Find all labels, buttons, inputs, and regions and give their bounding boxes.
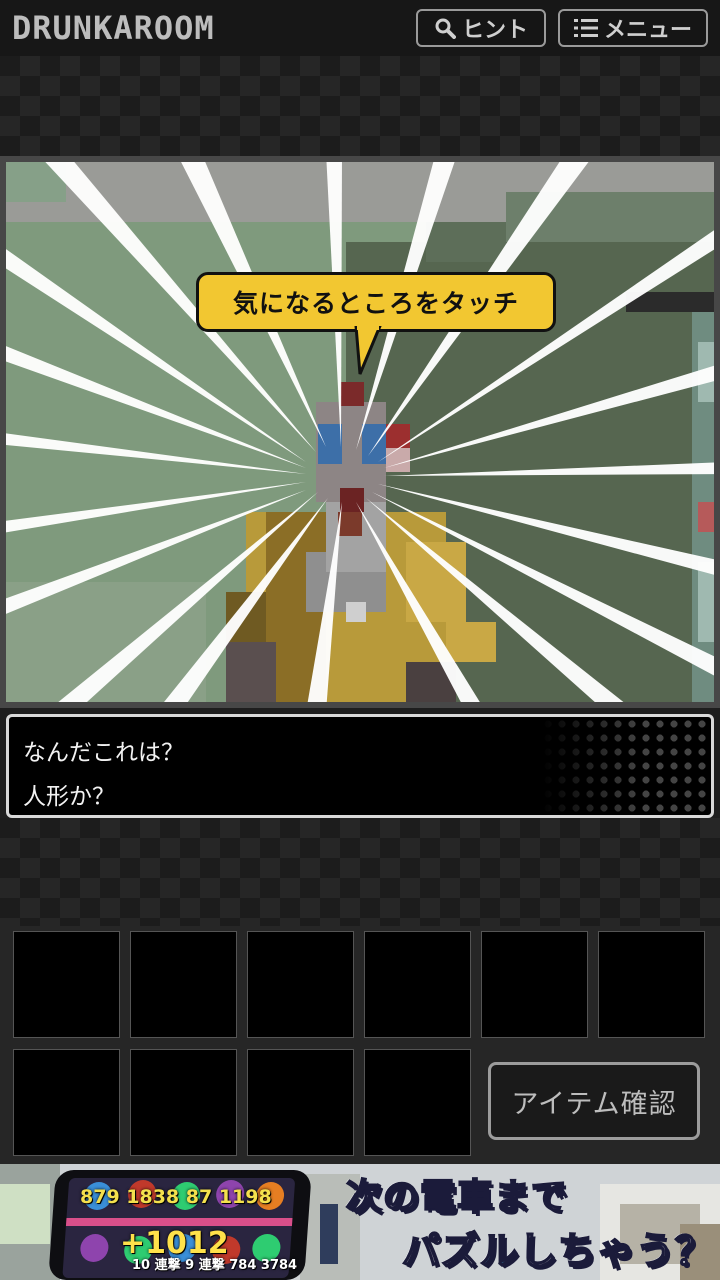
search-icon <box>435 18 456 39</box>
message-dialog[interactable]: なんだこれは？ 人形か？ <box>6 714 714 818</box>
menu-button[interactable]: メニュー <box>558 9 708 47</box>
inventory-slot[interactable] <box>130 931 237 1038</box>
speech-bubble-tail <box>354 326 382 375</box>
scene-view[interactable]: 気になるところをタッチ <box>0 156 720 708</box>
hint-button-label: ヒント <box>461 18 528 43</box>
ad-headline-2a: パズ <box>401 1228 481 1274</box>
inventory-slot[interactable] <box>13 931 120 1038</box>
inventory-slot[interactable] <box>364 931 471 1038</box>
header-bar: DRUNKAROOM ヒント メニュー <box>0 0 720 56</box>
inventory-slot[interactable] <box>247 931 354 1038</box>
dialog-dot-pattern <box>541 717 711 815</box>
dialog-line-1: なんだこれは？ <box>23 740 184 766</box>
hint-speech-bubble: 気になるところをタッチ <box>196 272 556 332</box>
item-check-button[interactable]: アイテム確認 <box>488 1062 700 1140</box>
ad-headline-2: パズルしちゃう？ <box>401 1220 715 1275</box>
pixelated-scene <box>6 162 714 702</box>
app-logo: DRUNKAROOM <box>12 9 215 47</box>
dialog-line-2: 人形か？ <box>23 784 115 810</box>
list-icon <box>573 19 598 37</box>
menu-button-label: メニュー <box>603 18 692 43</box>
inventory-slot[interactable] <box>481 931 588 1038</box>
ad-banner[interactable]: 879 1838 87 1198 次の電車まで パズルしちゃう？ <box>0 1164 720 1280</box>
ad-combo-numbers: 879 1838 87 1198 <box>80 1186 272 1208</box>
background-pattern-top <box>0 56 720 156</box>
inventory-slot[interactable] <box>247 1049 354 1156</box>
scene-image[interactable]: 気になるところをタッチ <box>6 162 714 702</box>
inventory-slot[interactable] <box>130 1049 237 1156</box>
background-pattern-middle <box>0 818 720 926</box>
ad-headline-2c: しちゃう？ <box>518 1228 715 1274</box>
inventory-slot[interactable] <box>598 931 705 1038</box>
inventory-slot[interactable] <box>13 1049 120 1156</box>
inventory-slot[interactable] <box>364 1049 471 1156</box>
hint-button[interactable]: ヒント <box>416 9 546 47</box>
ad-headline-1: 次の電車まで <box>345 1176 569 1219</box>
ad-headline-2b: ル <box>479 1228 520 1274</box>
ad-combo-small-text: 10 連撃 9 連撃 784 3784 <box>132 1258 298 1273</box>
